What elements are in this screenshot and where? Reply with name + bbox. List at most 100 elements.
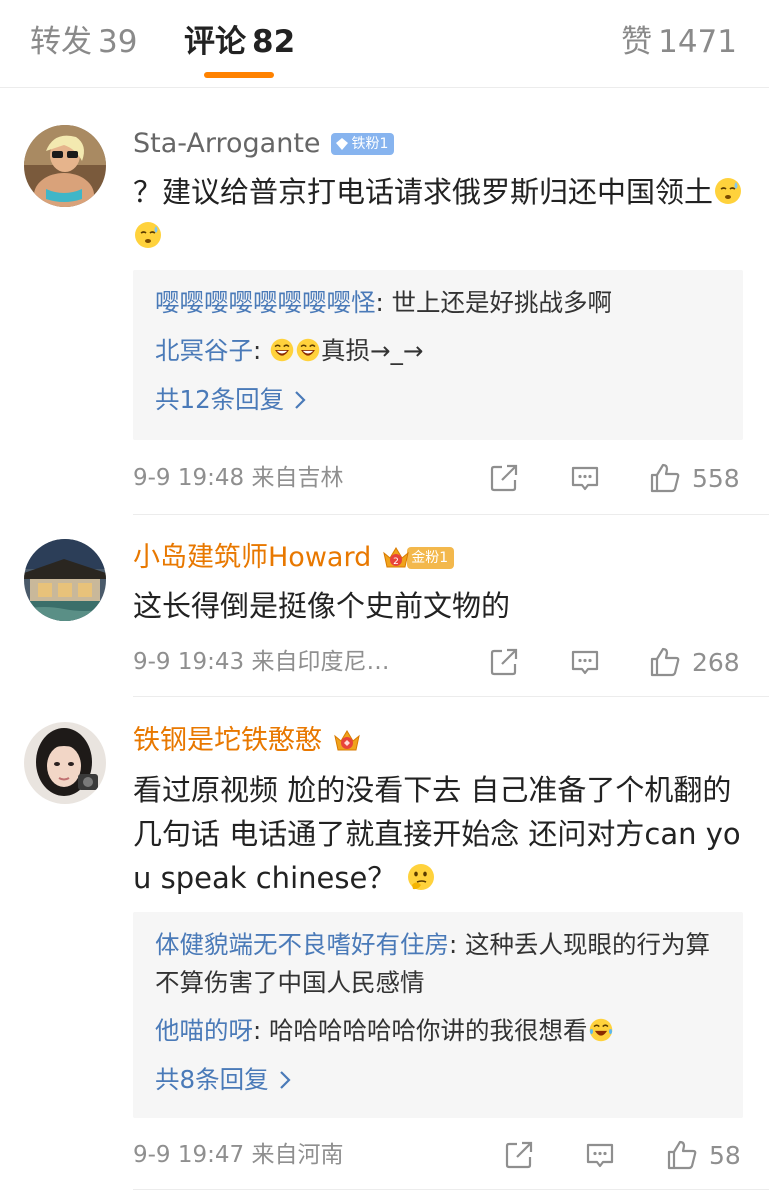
- reply-item[interactable]: 北冥谷子: 真损→_→: [155, 332, 721, 370]
- laugh-face-icon: [270, 338, 294, 362]
- fan-badge: [332, 728, 362, 754]
- chevron-right-icon: [279, 1071, 291, 1089]
- tab-repost[interactable]: 转发 39: [30, 22, 137, 62]
- fan-badge: 2 金粉1: [381, 543, 455, 573]
- comment-meta: 9-9 19:43 来自印度尼…: [133, 646, 389, 678]
- reply-username[interactable]: 北冥谷子: [155, 336, 253, 365]
- reply-item[interactable]: 他喵的呀: 哈哈哈哈哈哈你讲的我很想看: [155, 1012, 721, 1050]
- crown-icon: 2: [381, 543, 411, 573]
- avatar-image: [24, 539, 106, 621]
- tab-likes-count: 1471: [658, 24, 737, 60]
- tab-likes[interactable]: 赞 1471: [621, 22, 737, 62]
- replies-box: 体健貌端无不良嗜好有住房: 这种丢人现眼的行为算不算伤害了中国人民感情 他喵的呀…: [133, 912, 743, 1118]
- reply-button[interactable]: [569, 458, 601, 498]
- share-icon: [490, 464, 518, 492]
- reply-text: 世上还是好挑战多啊: [391, 288, 613, 317]
- laugh-face-icon: [296, 338, 320, 362]
- reply-username[interactable]: 嘤嘤嘤嘤嘤嘤嘤嘤怪: [155, 288, 376, 317]
- sweat-face-icon: [135, 222, 161, 248]
- reply-text: 哈哈哈哈哈哈你讲的我很想看: [269, 1016, 588, 1045]
- reply-item[interactable]: 体健貌端无不良嗜好有住房: 这种丢人现眼的行为算不算伤害了中国人民感情: [155, 926, 721, 1002]
- avatar[interactable]: [24, 539, 106, 621]
- reply-separator: :: [449, 930, 466, 959]
- badge-label: 金粉1: [411, 550, 449, 566]
- tears-of-joy-icon: [589, 1018, 612, 1042]
- diamond-icon: [335, 138, 348, 150]
- reply-item[interactable]: 嘤嘤嘤嘤嘤嘤嘤嘤怪: 世上还是好挑战多啊: [155, 284, 721, 322]
- view-more-replies-link[interactable]: 共12条回复: [155, 382, 306, 418]
- comment-header: 铁钢是坨铁憨憨: [133, 721, 362, 761]
- like-button[interactable]: 558: [648, 458, 740, 498]
- thumbs-up-icon: [650, 463, 680, 493]
- like-count: 58: [709, 1140, 741, 1170]
- tab-repost-count: 39: [98, 24, 138, 60]
- gold-fan-badge: 金粉1: [407, 547, 455, 569]
- reply-separator: :: [253, 1016, 270, 1045]
- username[interactable]: 铁钢是坨铁憨憨: [133, 723, 322, 759]
- tab-comments-label: 评论: [184, 24, 246, 60]
- reply-button[interactable]: [584, 1135, 616, 1175]
- comment-location: 来自吉林: [251, 465, 344, 491]
- share-button[interactable]: [488, 458, 520, 498]
- reply-separator: :: [253, 336, 270, 365]
- comment-time: 9-9 19:43: [133, 649, 245, 675]
- sweat-face-icon: [715, 178, 742, 204]
- comment-icon: [571, 466, 599, 491]
- share-icon: [490, 648, 518, 676]
- like-button[interactable]: 268: [648, 642, 740, 682]
- reply-separator: :: [375, 288, 392, 317]
- comment-body: 看过原视频 尬的没看下去 自己准备了个机翻的几句话 电话通了就直接开始念 还问对…: [133, 773, 741, 895]
- comment-header: Sta-Arrogante 铁粉1: [133, 124, 395, 164]
- comment-header: 小岛建筑师Howard 2 金粉1: [133, 538, 455, 578]
- tab-comments[interactable]: 评论 82: [184, 22, 295, 62]
- comment-meta: 9-9 19:48 来自吉林: [133, 462, 343, 494]
- like-count: 268: [692, 647, 740, 677]
- replies-box: 嘤嘤嘤嘤嘤嘤嘤嘤怪: 世上还是好挑战多啊 北冥谷子: 真损→_→ 共12条回复: [133, 270, 743, 440]
- tabbar-divider: [0, 87, 769, 88]
- thumbs-up-icon: [667, 1140, 697, 1170]
- tab-likes-label: 赞: [621, 24, 653, 60]
- comment-icon: [571, 650, 599, 675]
- more-replies-label: 共8条回复: [155, 1065, 269, 1094]
- share-button[interactable]: [503, 1135, 535, 1175]
- comment-location: 来自河南: [251, 1142, 344, 1168]
- tab-comments-count: 82: [252, 24, 296, 60]
- thinking-face-icon: [407, 864, 434, 890]
- view-more-replies-link[interactable]: 共8条回复: [155, 1062, 291, 1098]
- tab-repost-label: 转发: [30, 24, 92, 60]
- comment-text: 看过原视频 尬的没看下去 自己准备了个机翻的几句话 电话通了就直接开始念 还问对…: [133, 768, 753, 900]
- like-button[interactable]: 58: [665, 1135, 741, 1175]
- comment-footer: 9-9 19:47 来自河南 58: [133, 1135, 745, 1175]
- comment-time: 9-9 19:47: [133, 1142, 245, 1168]
- fan-badge: 铁粉1: [330, 131, 395, 157]
- comment-footer: 9-9 19:48 来自吉林 558: [133, 458, 745, 498]
- reply-button[interactable]: [569, 642, 601, 682]
- thumbs-up-icon: [650, 647, 680, 677]
- comment-body: ？建议给普京打电话请求俄罗斯归还中国领土: [133, 175, 714, 209]
- reply-username[interactable]: 他喵的呀: [155, 1016, 253, 1045]
- comment-text: ？建议给普京打电话请求俄罗斯归还中国领土: [133, 170, 753, 258]
- share-button[interactable]: [488, 642, 520, 682]
- username[interactable]: 小岛建筑师Howard: [133, 540, 371, 576]
- comment-time: 9-9 19:48: [133, 465, 245, 491]
- badge-label: 铁粉1: [351, 136, 389, 152]
- comment-location: 来自印度尼…: [251, 649, 390, 675]
- avatar[interactable]: [24, 722, 106, 804]
- comment-divider: [133, 514, 769, 515]
- chevron-right-icon: [295, 391, 306, 409]
- avatar-image: [24, 722, 106, 804]
- share-icon: [505, 1141, 533, 1169]
- comment-text: 这长得倒是挺像个史前文物的: [133, 584, 753, 628]
- like-count: 558: [692, 463, 740, 493]
- comment-footer: 9-9 19:43 来自印度尼… 268: [133, 642, 745, 682]
- crown-icon: [332, 726, 362, 756]
- comment-meta: 9-9 19:47 来自河南: [133, 1139, 343, 1171]
- username[interactable]: Sta-Arrogante: [133, 126, 321, 162]
- more-replies-label: 共12条回复: [155, 385, 285, 414]
- avatar[interactable]: [24, 125, 106, 207]
- comment-tabbar: 转发 39 评论 82 赞 1471: [0, 0, 769, 88]
- svg-text:2: 2: [393, 557, 399, 567]
- comment-body: 这长得倒是挺像个史前文物的: [133, 589, 511, 623]
- reply-username[interactable]: 体健貌端无不良嗜好有住房: [155, 930, 449, 959]
- comment-divider: [133, 696, 769, 697]
